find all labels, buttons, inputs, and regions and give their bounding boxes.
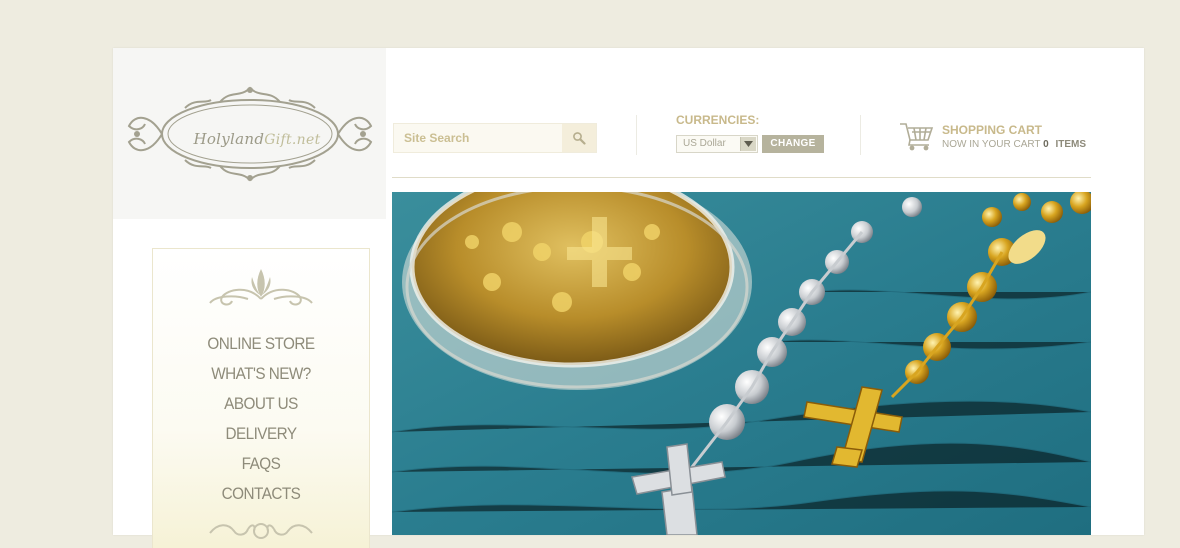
chevron-down-icon (740, 137, 756, 151)
logo-wordmark: HolylandGift.net (177, 130, 337, 148)
search-button[interactable] (562, 124, 596, 152)
main-navigation: ONLINE STORE WHAT'S NEW? ABOUT US DELIVE… (152, 248, 370, 548)
site-logo[interactable]: HolylandGift.net (125, 84, 375, 189)
cart-summary-text: NOW IN YOUR CART (942, 139, 1041, 150)
cart-icon[interactable] (899, 120, 935, 157)
logo-panel: HolylandGift.net (113, 48, 386, 219)
header-divider (636, 115, 637, 155)
search-icon (573, 132, 586, 145)
shopping-cart-link[interactable]: SHOPPING CART (942, 123, 1042, 137)
nav-item-online-store[interactable]: ONLINE STORE (164, 329, 358, 359)
nav-item-about-us[interactable]: ABOUT US (164, 389, 358, 419)
page-container: HolylandGift.net CURRENCIES: US Dollar C… (113, 48, 1144, 548)
nav-item-contacts[interactable]: CONTACTS (164, 479, 358, 509)
currency-selected-value: US Dollar (683, 138, 726, 149)
logo-text-main: Holyland (193, 130, 265, 148)
flourish-icon (209, 269, 313, 306)
change-currency-button[interactable]: CHANGE (762, 135, 824, 153)
nav-list: ONLINE STORE WHAT'S NEW? ABOUT US DELIVE… (153, 329, 369, 509)
site-search (393, 123, 597, 153)
cart-item-count: 0 (1043, 139, 1049, 150)
currencies-label: CURRENCIES: (676, 113, 760, 127)
rosary-photo (392, 192, 1091, 535)
nav-item-faqs[interactable]: FAQS (164, 449, 358, 479)
cart-summary: NOW IN YOUR CART 0 ITEMS (942, 139, 1086, 150)
cart-items-label: ITEMS (1055, 139, 1087, 150)
hero-banner-image[interactable] (392, 192, 1091, 535)
header-divider (860, 115, 861, 155)
nav-item-whats-new[interactable]: WHAT'S NEW? (164, 359, 358, 389)
search-input[interactable] (394, 124, 564, 152)
header-divider-line (392, 177, 1091, 178)
logo-text-accent: Gift.net (264, 132, 321, 148)
nav-item-delivery[interactable]: DELIVERY (164, 419, 358, 449)
currency-select[interactable]: US Dollar (676, 135, 758, 153)
flourish-bottom-icon (209, 523, 313, 539)
